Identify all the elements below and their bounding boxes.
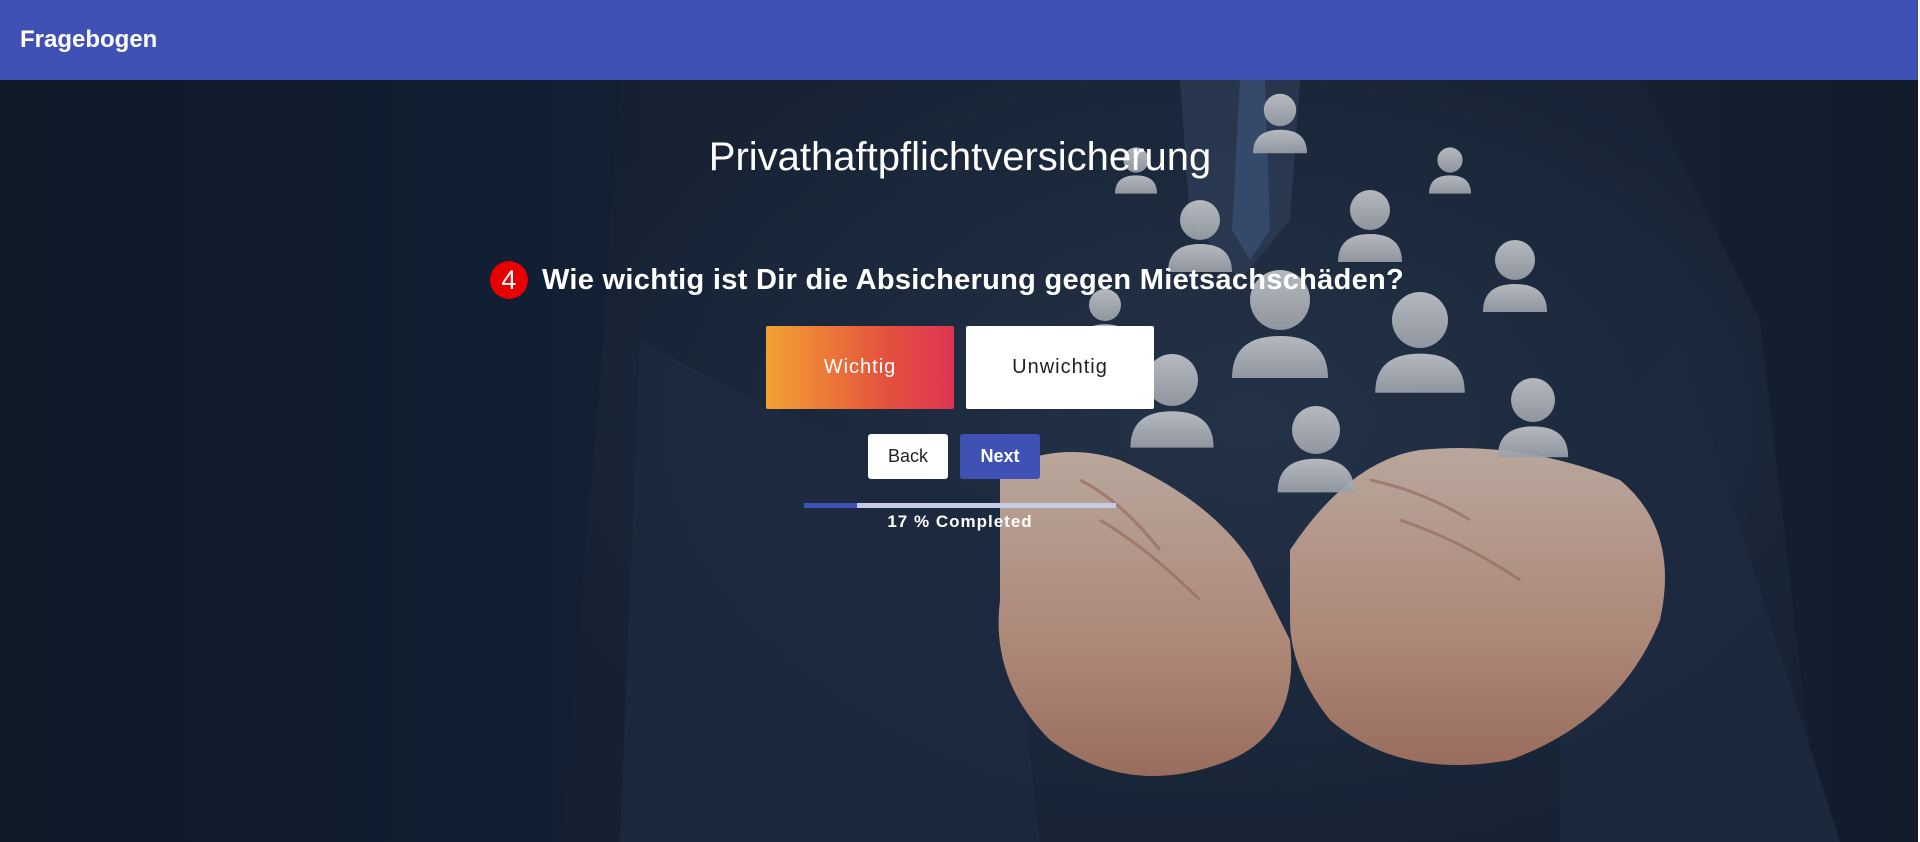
progress-label: 17 % Completed: [887, 512, 1033, 531]
back-button[interactable]: Back: [868, 434, 948, 479]
question-number-badge: 4: [490, 261, 528, 299]
option-wichtig-button[interactable]: Wichtig: [766, 326, 954, 409]
app-title: Fragebogen: [20, 26, 158, 53]
option-unwichtig-button[interactable]: Unwichtig: [966, 326, 1154, 409]
question: 4 Wie wichtig ist Dir die Absicherung ge…: [490, 258, 1404, 302]
survey-title: Privathaftpflichtversicherung: [708, 134, 1212, 179]
app-bar: Fragebogen: [0, 0, 1920, 80]
next-button[interactable]: Next: [960, 434, 1040, 479]
question-text: Wie wichtig ist Dir die Absicherung gege…: [542, 263, 1405, 296]
progress-bar-fill: [804, 503, 858, 508]
progress-bar: [804, 503, 1116, 508]
